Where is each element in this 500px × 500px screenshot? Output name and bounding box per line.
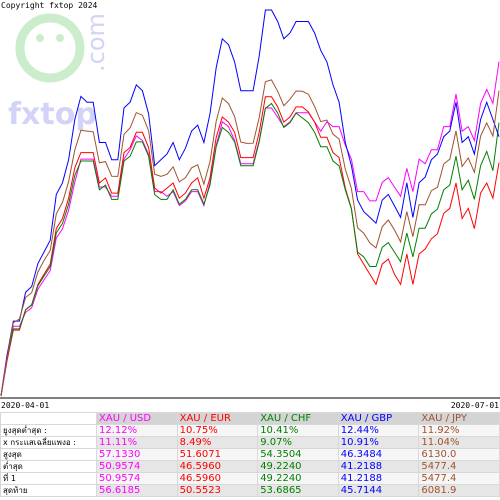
table-cell: 11.92%: [418, 424, 500, 437]
smiley-logo-eye-icon: [36, 34, 44, 42]
table-cell: 6081.9: [418, 484, 500, 497]
table-cell: 54.3504: [257, 448, 339, 461]
table-cell: 11.04%: [418, 436, 500, 449]
row-label: ที่ 1: [0, 472, 97, 485]
table-row: สูงสุด 57.1330 51.6071 54.3504 46.3484 6…: [0, 448, 500, 461]
table-row: x กระแสเฉลี่ยแพงอ : 11.11% 8.49% 9.07% 1…: [0, 436, 500, 449]
row-label: ยูงสุดต่ำสุด :: [0, 424, 97, 437]
table-cell: 6130.0: [418, 448, 500, 461]
statistics-table: XAU / USD XAU / EUR XAU / CHF XAU / GBP …: [0, 412, 500, 497]
table-cell: 10.75%: [176, 424, 259, 437]
table-cell: 5477.4: [418, 472, 500, 485]
table-cell: 41.2188: [337, 472, 420, 485]
column-header: XAU / JPY: [418, 412, 500, 425]
table-cell: 12.12%: [96, 424, 178, 437]
row-label: สูงสุด: [0, 448, 97, 461]
smiley-logo-icon: [15, 13, 85, 83]
series-line-xau-eur: [0, 96, 500, 397]
table-cell: 10.91%: [337, 436, 420, 449]
table-header-row: XAU / USD XAU / EUR XAU / CHF XAU / GBP …: [0, 412, 500, 425]
column-header: XAU / GBP: [337, 412, 420, 425]
table-row: ต่ำสุด 50.9574 46.5960 49.2240 41.2188 5…: [0, 460, 500, 473]
table-cell: 50.5523: [176, 484, 259, 497]
table-cell: 46.3484: [337, 448, 420, 461]
row-label: ต่ำสุด: [0, 460, 97, 473]
column-header: XAU / USD: [96, 412, 178, 425]
table-cell: 46.5960: [176, 460, 259, 473]
table-cell: 41.2188: [337, 460, 420, 473]
table-row: สุดท้าย 56.6185 50.5523 53.6865 45.7144 …: [0, 484, 500, 497]
table-corner-cell: [0, 412, 97, 425]
row-label: x กระแสเฉลี่ยแพงอ :: [0, 436, 97, 449]
table-cell: 49.2240: [257, 460, 339, 473]
table-cell: 57.1330: [96, 448, 178, 461]
column-header: XAU / CHF: [257, 412, 339, 425]
table-cell: 5477.4: [418, 460, 500, 473]
table-cell: 11.11%: [96, 436, 178, 449]
exchange-rate-chart: .com fxtop Copyright fxtop 2024 2020-04-…: [0, 1, 500, 410]
table-cell: 53.6865: [257, 484, 339, 497]
table-cell: 49.2240: [257, 472, 339, 485]
table-cell: 50.9574: [96, 460, 178, 473]
table-cell: 10.41%: [257, 424, 339, 437]
watermark-logo: fxtop: [8, 97, 97, 132]
table-cell: 56.6185: [96, 484, 178, 497]
x-tick-label-end: 2020-07-01: [451, 401, 499, 410]
table-cell: 45.7144: [337, 484, 420, 497]
table-row: ที่ 1 50.9574 46.5960 49.2240 41.2188 54…: [0, 472, 500, 485]
table-cell: 51.6071: [176, 448, 259, 461]
row-label: สุดท้าย: [0, 484, 97, 497]
copyright-label: Copyright fxtop 2024: [1, 1, 98, 10]
column-header: XAU / EUR: [176, 412, 259, 425]
table-row: ยูงสุดต่ำสุด : 12.12% 10.75% 10.41% 12.4…: [0, 424, 500, 437]
table-cell: 50.9574: [96, 472, 178, 485]
watermark-domain: .com: [82, 13, 110, 72]
table-cell: 12.44%: [337, 424, 420, 437]
smiley-logo-eye-icon: [56, 34, 64, 42]
x-tick-label-start: 2020-04-01: [1, 401, 49, 410]
table-cell: 46.5960: [176, 472, 259, 485]
table-cell: 8.49%: [176, 436, 259, 449]
table-cell: 9.07%: [257, 436, 339, 449]
